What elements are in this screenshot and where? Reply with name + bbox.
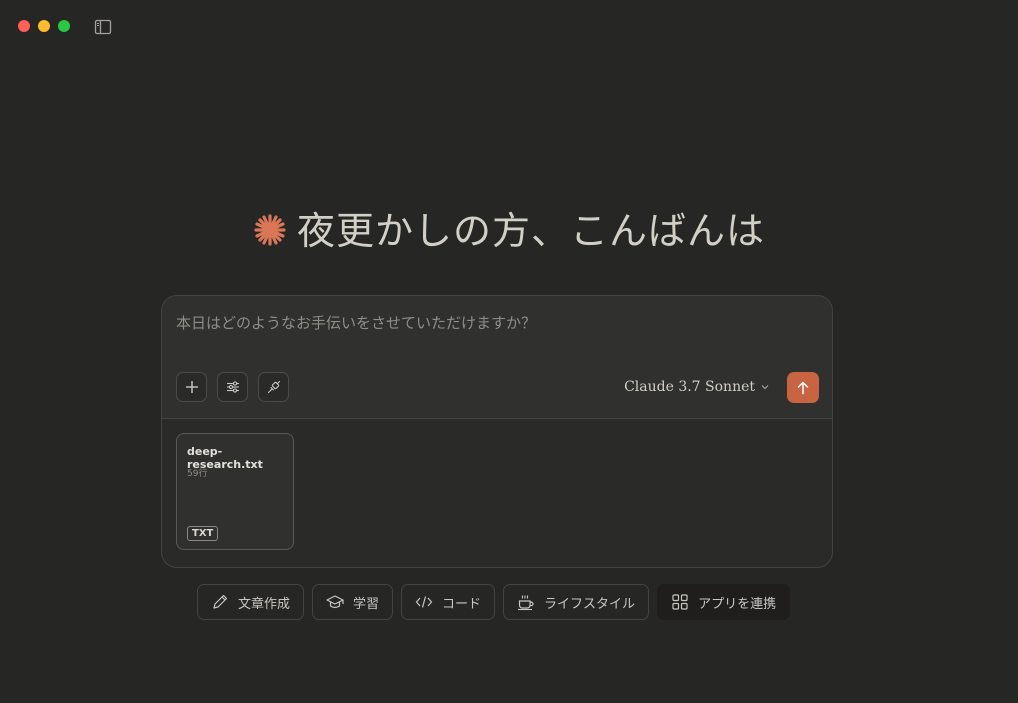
minimize-window-button[interactable] [38, 20, 50, 32]
sidebar-icon[interactable] [94, 19, 112, 35]
greeting: 夜更かしの方、こんばんは [0, 200, 1018, 255]
chip-lifestyle[interactable]: ライフスタイル [503, 584, 650, 620]
plus-icon [185, 381, 198, 393]
chat-composer: 本日はどのようなお手伝いをさせていただけますか？ Claude 3.7 Sonn… [161, 295, 833, 568]
chip-label: ライフスタイル [544, 596, 636, 612]
greeting-text: 夜更かしの方、こんばんは [296, 209, 765, 253]
chip-label: コード [442, 596, 482, 612]
model-name: Claude 3.7 Sonnet [624, 379, 755, 395]
window-controls [18, 20, 70, 32]
code-icon [415, 596, 433, 608]
chip-learning[interactable]: 学習 [312, 584, 394, 620]
integrations-button[interactable] [258, 372, 289, 402]
chip-connect-apps[interactable]: アプリを連携 [657, 584, 791, 620]
pencil-icon [213, 594, 228, 609]
grid-icon [672, 594, 688, 610]
chip-label: 文章作成 [238, 596, 291, 612]
chevron-down-icon [761, 385, 769, 390]
chip-code[interactable]: コード [401, 584, 496, 620]
prompt-input[interactable]: 本日はどのようなお手伝いをさせていただけますか？ [176, 312, 536, 333]
zoom-window-button[interactable] [58, 20, 70, 32]
plug-icon [267, 380, 280, 394]
attachment-type-badge: TXT [187, 526, 219, 541]
attachment-line-count: 59行 [187, 469, 208, 479]
sliders-icon [226, 381, 239, 393]
chip-label: 学習 [353, 596, 380, 612]
arrow-up-icon [797, 381, 809, 394]
graduation-cap-icon [326, 595, 344, 609]
coffee-icon [518, 595, 534, 611]
app-window: 夜更かしの方、こんばんは 本日はどのようなお手伝いをさせていただけますか？ Cl… [0, 0, 1018, 703]
composer-input-area[interactable]: 本日はどのようなお手伝いをさせていただけますか？ Claude 3.7 Sonn… [162, 296, 832, 419]
chip-label: アプリを連携 [698, 596, 777, 612]
model-selector[interactable]: Claude 3.7 Sonnet [624, 379, 770, 395]
claude-spark-icon [253, 213, 287, 247]
suggestion-chips: 文章作成 学習 コード ライフスタイル アプリを連携 [197, 584, 791, 620]
chip-writing[interactable]: 文章作成 [197, 584, 305, 620]
settings-button[interactable] [217, 372, 248, 402]
close-window-button[interactable] [18, 20, 30, 32]
send-button[interactable] [787, 372, 819, 403]
add-button[interactable] [176, 372, 207, 402]
attachment-card[interactable]: deep-research.txt 59行 TXT [176, 433, 294, 550]
